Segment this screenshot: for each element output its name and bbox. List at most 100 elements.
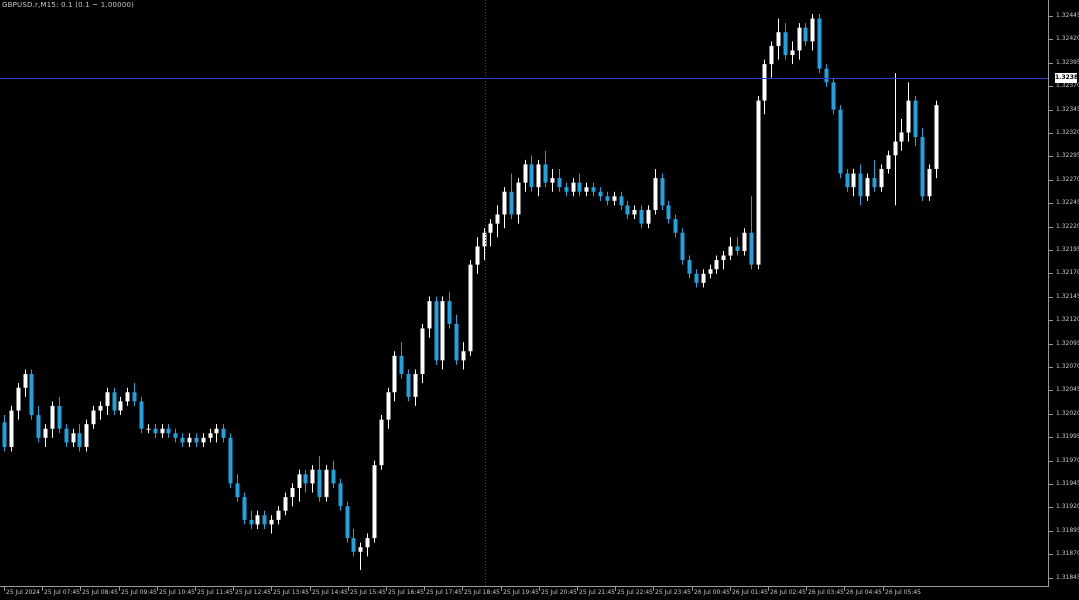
bear-candle [2, 422, 7, 447]
bull-candle [728, 246, 733, 256]
bear-candle [817, 18, 822, 69]
time-axis[interactable]: 25 Jul 2024 25 Jul 07:45 25 Jul 08:45 25 Ju… [0, 586, 1048, 600]
bull-candle [502, 191, 507, 215]
price-label: 1.32320 [1056, 129, 1079, 136]
bull-candle [701, 273, 706, 283]
bear-candle [605, 196, 610, 201]
price-tick [1049, 250, 1053, 251]
time-label: 25 Jul 07:45 [44, 589, 80, 596]
time-tick [386, 587, 387, 591]
price-label: 1.32070 [1056, 363, 1079, 370]
price-tick [1049, 484, 1053, 485]
bull-candle [523, 164, 528, 183]
bear-candle [434, 301, 439, 361]
price-axis[interactable]: 1.32445 1.32420 1.32395 1.32370 1.32345 1.323… [1048, 0, 1079, 587]
bear-candle [557, 178, 562, 188]
bear-candle [543, 164, 548, 183]
bull-candle [886, 155, 891, 169]
bull-candle [118, 401, 123, 411]
price-label: 1.32020 [1056, 410, 1079, 417]
price-label: 1.32345 [1056, 106, 1079, 113]
candles-layer [2, 14, 939, 570]
price-label: 1.31945 [1056, 480, 1079, 487]
bear-candle [221, 428, 226, 438]
bull-candle [9, 410, 14, 447]
bear-candle [783, 32, 788, 56]
bear-candle [666, 205, 671, 220]
time-tick [157, 587, 158, 591]
bear-candle [577, 182, 582, 192]
time-tick [4, 587, 5, 591]
bear-candle [399, 355, 404, 375]
price-label: 1.32445 [1056, 12, 1079, 19]
time-label: 26 Jul 05:45 [885, 589, 921, 596]
bear-candle [235, 483, 240, 498]
bull-candle [23, 374, 28, 388]
bear-candle [194, 437, 199, 443]
bear-candle [249, 519, 254, 525]
time-label: 25 Jul 17:45 [426, 589, 462, 596]
price-tick [1049, 507, 1053, 508]
price-label: 1.32395 [1056, 59, 1079, 66]
time-tick [768, 587, 769, 591]
bull-candle [160, 428, 165, 434]
time-label: 26 Jul 02:45 [770, 589, 806, 596]
price-tick [1049, 367, 1053, 368]
bear-candle [660, 178, 665, 206]
bull-candle [98, 405, 103, 411]
bull-candle [879, 168, 884, 188]
bull-candle [71, 433, 76, 443]
bear-candle [598, 191, 603, 197]
chart-window[interactable]: GBPUSD.r,M15: 0.1 (0.1 ~ 1.00000) 1.3244… [0, 0, 1079, 599]
price-label: 1.32220 [1056, 223, 1079, 230]
price-tick [1049, 86, 1053, 87]
time-tick [42, 587, 43, 591]
bull-candle [721, 255, 726, 261]
time-label: 25 Jul 21:45 [579, 589, 615, 596]
bull-candle [365, 538, 370, 548]
bear-candle [112, 392, 117, 411]
bear-candle [139, 401, 144, 429]
bull-candle [742, 232, 747, 251]
price-tick [1049, 531, 1053, 532]
time-label: 26 Jul 01:45 [732, 589, 768, 596]
time-label: 25 Jul 2024 [6, 589, 40, 596]
bear-candle [920, 137, 925, 197]
bull-candle [420, 328, 425, 375]
current-price-badge: 1.32380 [1055, 73, 1079, 83]
price-tick [1049, 437, 1053, 438]
bull-candle [571, 182, 576, 192]
bull-candle [297, 474, 302, 488]
price-tick [1049, 16, 1053, 17]
bear-candle [872, 178, 877, 188]
price-label: 1.31870 [1056, 550, 1079, 557]
time-label: 26 Jul 00:45 [694, 589, 730, 596]
time-label: 25 Jul 08:45 [82, 589, 118, 596]
time-label: 25 Jul 23:45 [655, 589, 691, 596]
price-tick [1049, 110, 1053, 111]
price-tick [1049, 344, 1053, 345]
price-tick [1049, 578, 1053, 579]
price-chart-plot[interactable] [0, 0, 1048, 587]
price-tick [1049, 203, 1053, 204]
bull-candle [927, 168, 932, 197]
bull-candle [255, 515, 260, 525]
time-label: 25 Jul 18:45 [464, 589, 500, 596]
bull-candle [851, 173, 856, 188]
bear-candle [406, 374, 411, 397]
bull-candle [379, 419, 384, 466]
bear-candle [338, 483, 343, 507]
bull-candle [612, 196, 617, 201]
bull-candle [269, 519, 274, 525]
time-label: 25 Jul 22:45 [617, 589, 653, 596]
bear-candle [77, 433, 82, 447]
price-label: 1.32170 [1056, 269, 1079, 276]
price-label: 1.32270 [1056, 176, 1079, 183]
price-tick [1049, 390, 1053, 391]
price-label: 1.32370 [1056, 82, 1079, 89]
bull-candle [708, 269, 713, 274]
bull-candle [201, 437, 206, 443]
bear-candle [749, 232, 754, 265]
bull-candle [146, 428, 151, 430]
price-tick [1049, 133, 1053, 134]
